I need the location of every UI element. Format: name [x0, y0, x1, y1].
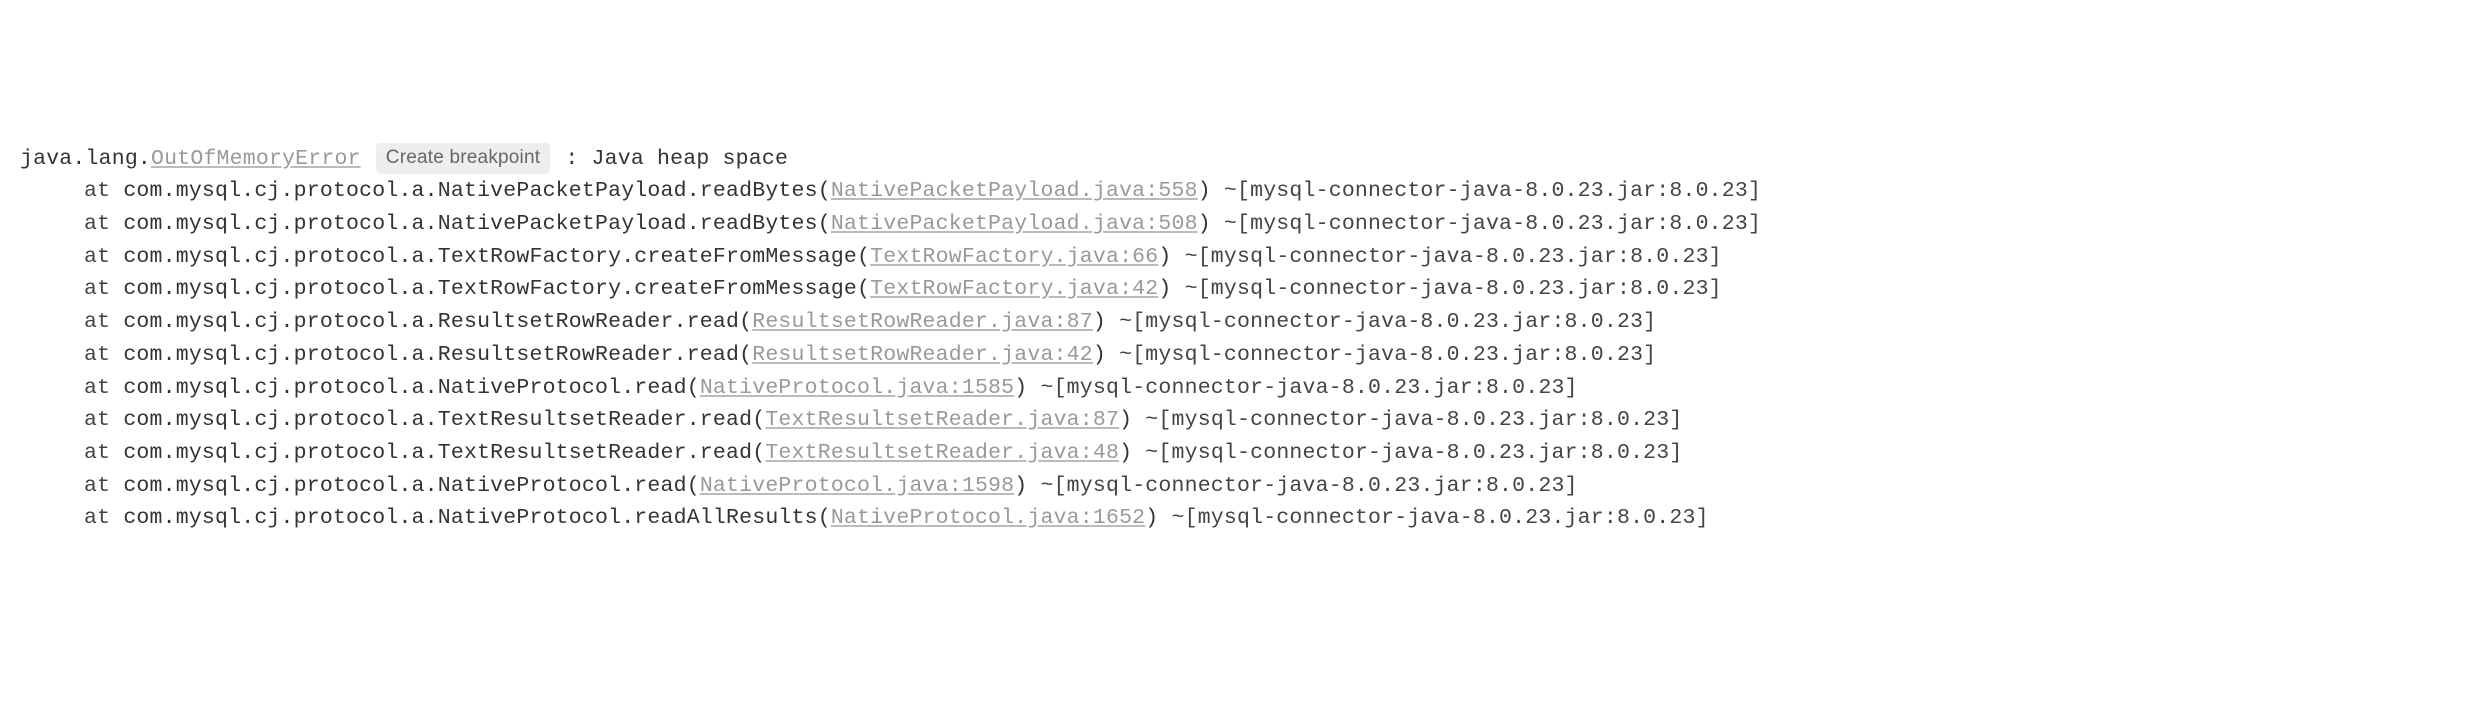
method-path: com.mysql.cj.protocol.a.TextResultsetRea…: [123, 408, 765, 432]
at-keyword: at: [84, 408, 123, 432]
exception-message: Java heap space: [592, 147, 789, 171]
source-file-link[interactable]: TextResultsetReader.java:87: [765, 408, 1119, 432]
close-paren: ): [1119, 408, 1132, 432]
method-path: com.mysql.cj.protocol.a.TextRowFactory.c…: [123, 277, 870, 301]
method-path: com.mysql.cj.protocol.a.NativeProtocol.r…: [123, 376, 700, 400]
source-file-link[interactable]: NativePacketPayload.java:558: [831, 179, 1198, 203]
at-keyword: at: [84, 212, 123, 236]
close-paren: ): [1093, 343, 1106, 367]
close-paren: ): [1158, 277, 1171, 301]
at-keyword: at: [84, 506, 123, 530]
at-keyword: at: [84, 310, 123, 334]
stack-frame: at com.mysql.cj.protocol.a.TextRowFactor…: [20, 241, 2455, 274]
method-path: com.mysql.cj.protocol.a.ResultsetRowRead…: [123, 343, 752, 367]
jar-info: ~[mysql-connector-java-8.0.23.jar:8.0.23…: [1106, 343, 1656, 367]
source-file-link[interactable]: ResultsetRowReader.java:42: [752, 343, 1093, 367]
source-file-link[interactable]: TextRowFactory.java:66: [870, 245, 1158, 269]
close-paren: ): [1014, 474, 1027, 498]
jar-info: ~[mysql-connector-java-8.0.23.jar:8.0.23…: [1211, 212, 1761, 236]
exception-class-link[interactable]: OutOfMemoryError: [151, 147, 361, 171]
method-path: com.mysql.cj.protocol.a.ResultsetRowRead…: [123, 310, 752, 334]
at-keyword: at: [84, 245, 123, 269]
close-paren: ): [1198, 179, 1211, 203]
jar-info: ~[mysql-connector-java-8.0.23.jar:8.0.23…: [1132, 441, 1682, 465]
source-file-link[interactable]: ResultsetRowReader.java:87: [752, 310, 1093, 334]
jar-info: ~[mysql-connector-java-8.0.23.jar:8.0.23…: [1132, 408, 1682, 432]
close-paren: ): [1119, 441, 1132, 465]
jar-info: ~[mysql-connector-java-8.0.23.jar:8.0.23…: [1172, 245, 1722, 269]
stack-frame: at com.mysql.cj.protocol.a.TextResultset…: [20, 404, 2455, 437]
close-paren: ): [1014, 376, 1027, 400]
stack-frame: at com.mysql.cj.protocol.a.NativeProtoco…: [20, 502, 2455, 535]
stack-frame: at com.mysql.cj.protocol.a.TextResultset…: [20, 437, 2455, 470]
method-path: com.mysql.cj.protocol.a.NativeProtocol.r…: [123, 474, 700, 498]
close-paren: ): [1198, 212, 1211, 236]
exception-prefix: java.lang.: [20, 147, 151, 171]
at-keyword: at: [84, 343, 123, 367]
source-file-link[interactable]: TextResultsetReader.java:48: [765, 441, 1119, 465]
method-path: com.mysql.cj.protocol.a.NativeProtocol.r…: [123, 506, 831, 530]
source-file-link[interactable]: NativeProtocol.java:1652: [831, 506, 1145, 530]
close-paren: ): [1158, 245, 1171, 269]
jar-info: ~[mysql-connector-java-8.0.23.jar:8.0.23…: [1106, 310, 1656, 334]
close-paren: ): [1145, 506, 1158, 530]
close-paren: ): [1093, 310, 1106, 334]
jar-info: ~[mysql-connector-java-8.0.23.jar:8.0.23…: [1172, 277, 1722, 301]
stack-frame: at com.mysql.cj.protocol.a.NativePacketP…: [20, 208, 2455, 241]
at-keyword: at: [84, 441, 123, 465]
at-keyword: at: [84, 179, 123, 203]
at-keyword: at: [84, 277, 123, 301]
exception-separator: :: [552, 147, 591, 171]
stack-frame: at com.mysql.cj.protocol.a.NativePacketP…: [20, 175, 2455, 208]
stack-frame: at com.mysql.cj.protocol.a.TextRowFactor…: [20, 273, 2455, 306]
stack-frame: at com.mysql.cj.protocol.a.NativeProtoco…: [20, 470, 2455, 503]
source-file-link[interactable]: NativeProtocol.java:1598: [700, 474, 1014, 498]
stack-frame: at com.mysql.cj.protocol.a.ResultsetRowR…: [20, 339, 2455, 372]
stack-frame: at com.mysql.cj.protocol.a.ResultsetRowR…: [20, 306, 2455, 339]
at-keyword: at: [84, 376, 123, 400]
method-path: com.mysql.cj.protocol.a.TextRowFactory.c…: [123, 245, 870, 269]
jar-info: ~[mysql-connector-java-8.0.23.jar:8.0.23…: [1158, 506, 1708, 530]
method-path: com.mysql.cj.protocol.a.TextResultsetRea…: [123, 441, 765, 465]
method-path: com.mysql.cj.protocol.a.NativePacketPayl…: [123, 212, 831, 236]
jar-info: ~[mysql-connector-java-8.0.23.jar:8.0.23…: [1211, 179, 1761, 203]
method-path: com.mysql.cj.protocol.a.NativePacketPayl…: [123, 179, 831, 203]
at-keyword: at: [84, 474, 123, 498]
exception-header: java.lang.OutOfMemoryError Create breakp…: [20, 143, 2455, 176]
source-file-link[interactable]: TextRowFactory.java:42: [870, 277, 1158, 301]
jar-info: ~[mysql-connector-java-8.0.23.jar:8.0.23…: [1027, 474, 1577, 498]
create-breakpoint-button[interactable]: Create breakpoint: [376, 143, 550, 174]
jar-info: ~[mysql-connector-java-8.0.23.jar:8.0.23…: [1027, 376, 1577, 400]
source-file-link[interactable]: NativePacketPayload.java:508: [831, 212, 1198, 236]
source-file-link[interactable]: NativeProtocol.java:1585: [700, 376, 1014, 400]
stack-frame: at com.mysql.cj.protocol.a.NativeProtoco…: [20, 372, 2455, 405]
